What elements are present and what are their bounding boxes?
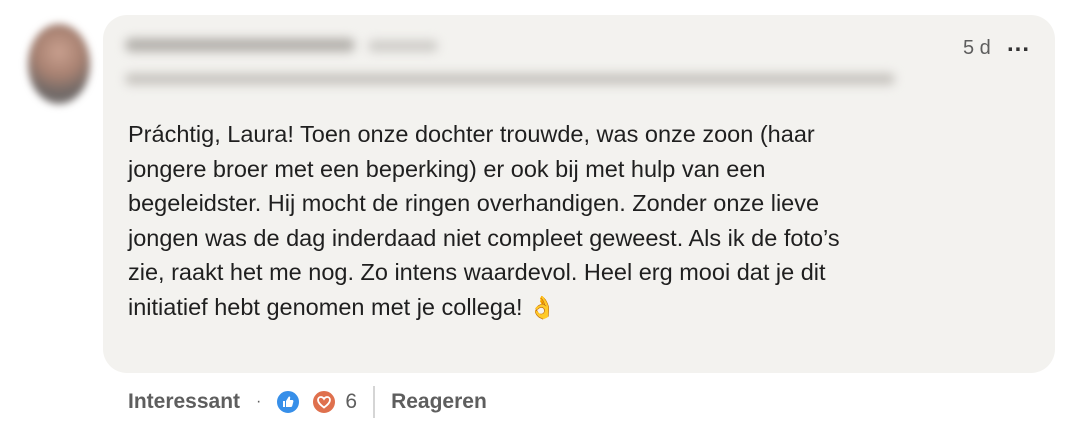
react-button[interactable]: Interessant xyxy=(128,390,240,414)
comment-timestamp: 5 d xyxy=(963,37,991,59)
reaction-summary[interactable]: 6 xyxy=(275,389,357,415)
comment-actions: Interessant · 6 Reageren xyxy=(128,386,487,418)
comment-line-text: initiatief hebt genomen met je collega! xyxy=(128,293,523,320)
comment-item: 5 d ... Práchtig, Laura! Toen onze docht… xyxy=(0,0,1076,430)
comment-line: jongen was de dag inderdaad niet complee… xyxy=(128,224,840,251)
more-options-icon[interactable]: ... xyxy=(1007,30,1030,58)
like-icon xyxy=(275,389,302,415)
comment-line: zie, raakt het me nog. Zo intens waardev… xyxy=(128,259,826,285)
comment-line: Práchtig, Laura! Toen onze dochter trouw… xyxy=(128,121,815,147)
reply-button[interactable]: Reageren xyxy=(391,390,487,414)
avatar[interactable] xyxy=(28,24,90,104)
separator-dot: · xyxy=(256,393,262,410)
ok-hand-emoji-icon: 👌 xyxy=(528,294,556,320)
reaction-count: 6 xyxy=(345,390,358,413)
comment-line-last: initiatief hebt genomen met je collega! 👌 xyxy=(128,290,1028,326)
comment-text: Práchtig, Laura! Toen onze dochter trouw… xyxy=(128,117,1028,325)
divider xyxy=(373,386,376,418)
author-headline-blurred xyxy=(125,73,895,85)
heart-icon xyxy=(311,389,338,415)
author-degree-blurred xyxy=(368,40,438,52)
author-name-blurred[interactable] xyxy=(125,38,355,52)
comment-line: begeleidster. Hij mocht de ringen overha… xyxy=(128,190,820,216)
comment-line: jongere broer met een beperking) er ook … xyxy=(128,155,766,182)
